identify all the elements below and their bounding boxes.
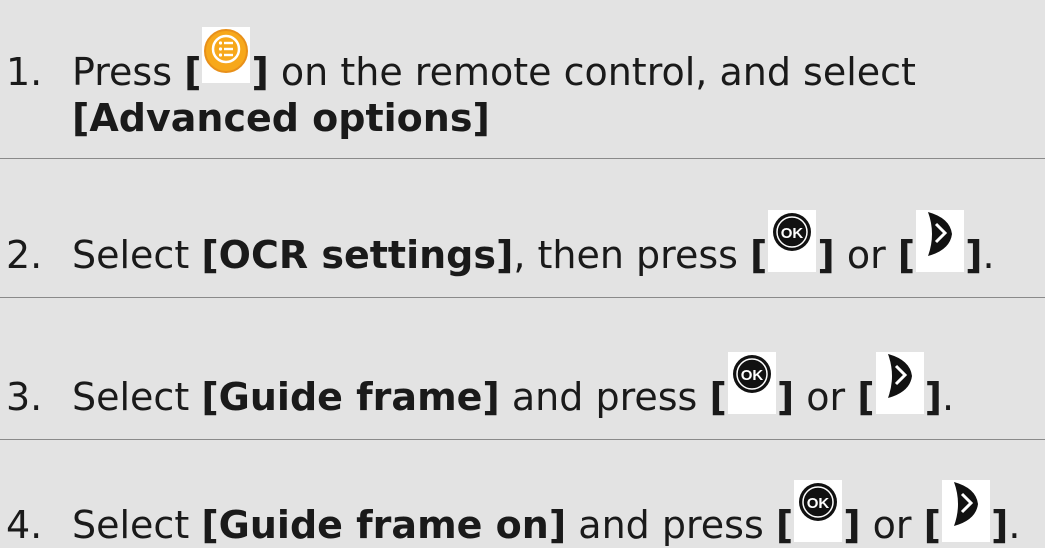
svg-text:OK: OK: [807, 495, 830, 512]
divider: [0, 158, 1045, 159]
step-target: [Advanced options]: [72, 96, 490, 140]
step-number: 4.: [6, 503, 43, 547]
bracket-open: [: [750, 233, 768, 277]
bracket-open: [: [184, 50, 202, 94]
ok-button-icon: OK: [794, 480, 843, 542]
bracket-close: ]: [965, 233, 983, 277]
bracket-open: [: [897, 233, 916, 277]
bracket-close: ]: [776, 375, 795, 419]
right-arrow-button-icon: [875, 352, 924, 414]
or-text: or: [860, 503, 924, 547]
right-arrow-button-icon: [941, 480, 990, 542]
bracket-close: ]: [817, 233, 835, 277]
step-3: 3. Select [Guide frame] and press [ OK ] …: [0, 352, 1045, 420]
step-number: 2.: [6, 233, 43, 277]
bracket-open: [: [923, 503, 941, 547]
step-1: 1. Press [ ] on the remote control, and s…: [0, 27, 1045, 141]
step-text: and press: [566, 503, 776, 547]
step-target: [OCR settings]: [201, 233, 514, 277]
or-text: or: [794, 375, 858, 419]
bracket-close: ]: [251, 50, 269, 94]
svg-text:OK: OK: [781, 225, 804, 242]
bracket-open: [: [709, 375, 727, 419]
divider: [0, 297, 1045, 298]
svg-text:OK: OK: [741, 367, 764, 384]
end-text: .: [1008, 503, 1021, 547]
end-text: .: [982, 233, 995, 277]
step-number: 1.: [6, 50, 43, 94]
step-text: and press: [499, 375, 710, 419]
step-text: Select: [72, 233, 202, 277]
ok-button-icon: OK: [768, 210, 817, 272]
step-target: [Guide frame on]: [201, 503, 567, 547]
step-text: on the remote control, and select: [268, 50, 916, 94]
bracket-open: [: [775, 503, 794, 547]
step-number: 3.: [6, 375, 43, 419]
step-4: 4. Select [Guide frame on] and press [ OK…: [0, 480, 1045, 548]
bracket-close: ]: [990, 503, 1009, 547]
bracket-close: ]: [924, 375, 942, 419]
step-text: , then press: [513, 233, 751, 277]
step-text: Press: [72, 50, 185, 94]
right-arrow-button-icon: [916, 210, 965, 272]
step-text: Select: [72, 375, 202, 419]
step-target: [Guide frame]: [201, 375, 500, 419]
divider: [0, 439, 1045, 440]
bracket-open: [: [857, 375, 875, 419]
end-text: .: [941, 375, 955, 419]
menu-button-icon: [202, 27, 251, 89]
step-text: Select: [72, 503, 202, 547]
ok-button-icon: OK: [727, 352, 776, 414]
bracket-close: ]: [843, 503, 861, 547]
step-2: 2. Select [OCR settings], then press [ OK…: [0, 210, 1045, 278]
or-text: or: [834, 233, 898, 277]
